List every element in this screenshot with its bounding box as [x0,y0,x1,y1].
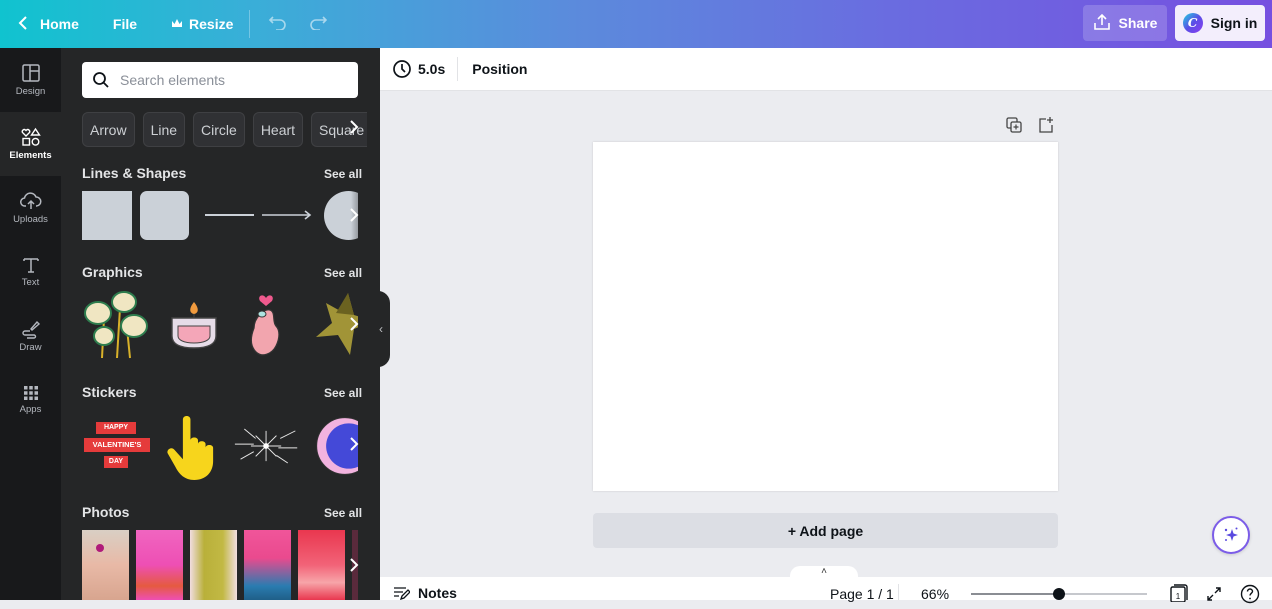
rail-item-design[interactable]: Design [0,48,61,112]
fullscreen-button[interactable] [1206,586,1222,607]
magic-assistant-button[interactable] [1212,516,1250,554]
photo-thumbnail[interactable] [190,530,237,600]
duration-button[interactable]: 5.0s [380,59,457,79]
photos-row [82,530,358,600]
stickers-row: HAPPY VALENTINE'S DAY [82,410,358,482]
apps-grid-icon [23,386,38,400]
notes-button[interactable]: Notes [393,585,457,601]
rail-item-apps[interactable]: Apps [0,368,61,432]
context-toolbar: 5.0s Position [380,48,1272,91]
collapse-panel-button[interactable]: ‹ [372,291,390,367]
zoom-slider[interactable] [971,588,1147,600]
bottom-bar [380,577,1272,600]
expand-pages-button[interactable]: ˄ [790,566,858,578]
line-shape[interactable] [205,214,254,216]
search-icon [93,72,109,88]
lines-scroll-right-icon[interactable] [349,207,359,228]
photo-thumbnail[interactable] [298,530,345,600]
section-title-photos: Photos [82,504,130,520]
see-all-graphics[interactable]: See all [324,266,362,280]
section-title-graphics: Graphics [82,264,143,280]
divider [898,584,899,600]
chip-heart[interactable]: Heart [252,112,304,147]
chip-line[interactable]: Line [142,112,186,147]
search-input[interactable]: Search elements [82,62,358,98]
graphics-scroll-right-icon[interactable] [349,316,359,337]
duplicate-icon [1006,117,1022,133]
photo-thumbnail[interactable] [82,530,129,600]
suggestion-chips: Arrow Line Circle Heart Square [82,112,368,147]
pointing-hand-sticker[interactable] [164,410,221,482]
page-grid-view-button[interactable]: 1 [1170,584,1188,607]
finger-heart-graphic[interactable] [236,288,296,360]
add-page-button[interactable]: + Add page [593,513,1058,548]
crown-icon [171,16,183,32]
search-placeholder: Search elements [120,72,226,88]
section-title-stickers: Stickers [82,384,137,400]
position-button[interactable]: Position [458,61,539,77]
photos-scroll-right-icon[interactable] [349,557,359,578]
undo-button[interactable] [258,13,298,36]
chip-arrow[interactable]: Arrow [82,112,135,147]
redo-icon [310,15,328,31]
elements-panel: Search elements Arrow Line Circle Heart … [61,48,380,600]
valentines-day-sticker[interactable]: HAPPY VALENTINE'S DAY [82,416,152,476]
shapes-icon [21,127,41,146]
section-title-lines-shapes: Lines & Shapes [82,165,187,181]
share-button[interactable]: Share [1083,5,1167,41]
chevron-left-icon: ‹ [379,322,383,336]
see-all-stickers[interactable]: See all [324,386,362,400]
rail-item-text[interactable]: Text [0,240,61,304]
square-shape[interactable] [82,190,132,240]
clock-icon [393,60,411,78]
sparkles-icon [1224,527,1238,541]
redo-button[interactable] [298,13,338,36]
chevron-left-icon [18,15,28,34]
help-button[interactable] [1240,584,1260,609]
draw-icon [21,320,40,339]
canva-logo-icon: C [1182,13,1203,33]
top-bar: Home File Resize [0,0,1272,48]
photo-thumbnail[interactable] [244,530,291,600]
zoom-slider-handle[interactable] [1053,588,1065,600]
arrow-line-shape[interactable] [262,210,312,220]
cloud-upload-icon [19,192,41,209]
add-page-icon [1039,117,1053,133]
rail-item-draw[interactable]: Draw [0,304,61,368]
resize-button[interactable]: Resize [161,6,243,42]
side-rail: Design Elements Uploads Text Draw Apps [0,48,61,600]
rail-item-elements[interactable]: Elements [0,112,61,176]
pages-icon: 1 [1170,584,1188,603]
stickers-scroll-right-icon[interactable] [349,436,359,457]
photo-thumbnail[interactable] [136,530,183,600]
upload-share-icon [1093,13,1111,34]
graphics-row [82,288,358,360]
layout-icon [21,64,40,82]
sparkle-burst-sticker[interactable] [233,410,299,482]
undo-icon [269,15,287,31]
home-button[interactable]: Home [8,6,89,42]
add-page-icon-button[interactable] [1038,116,1054,138]
notes-icon [394,587,410,600]
chip-circle[interactable]: Circle [193,112,245,147]
sign-in-button[interactable]: C Sign in [1175,5,1265,41]
rail-item-uploads[interactable]: Uploads [0,176,61,240]
zoom-slider-fill [971,593,1059,595]
lines-shapes-row [82,190,358,240]
design-page-canvas[interactable] [593,142,1058,491]
plant-leaves-graphic[interactable] [82,288,152,360]
see-all-lines-shapes[interactable]: See all [324,167,362,181]
chips-scroll-right-icon[interactable] [349,119,359,140]
divider [249,10,251,38]
rounded-square-shape[interactable] [140,190,189,240]
see-all-photos[interactable]: See all [324,506,362,520]
file-menu-button[interactable]: File [103,6,147,42]
candle-graphic[interactable] [164,288,224,360]
duplicate-page-button[interactable] [1006,117,1022,138]
chevron-up-icon: ˄ [821,566,827,577]
help-icon [1240,584,1260,604]
text-icon [22,258,39,273]
